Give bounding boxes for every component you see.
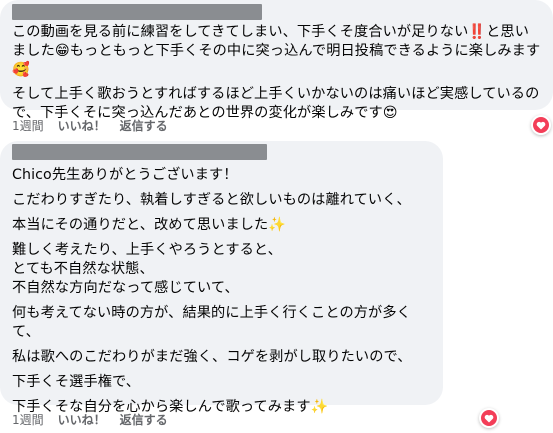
- comment-paragraph: 本当にその通りだと、改めて思いました✨: [12, 217, 287, 233]
- reply-button[interactable]: 返信する: [120, 411, 168, 428]
- comment-paragraph: この動画を見る前に練習をしてきてしまい、下手くそ度合いが足りない‼️と思いました…: [12, 24, 541, 78]
- like-button[interactable]: いいね！: [58, 411, 106, 428]
- reply-button[interactable]: 返信する: [120, 117, 168, 134]
- comment-paragraph: Chico先生ありがとうございます！: [12, 167, 238, 183]
- comment-bubble-2: Chico先生ありがとうございます！ こだわりすぎたり、執着しすぎると欲しいもの…: [0, 141, 443, 415]
- comment-paragraph: 私は歌へのこだわりがまだ強く、コゲを剥がし取りたいので、: [12, 349, 412, 365]
- like-button[interactable]: いいね！: [58, 117, 106, 134]
- heart-icon: [481, 410, 497, 426]
- comment-paragraph: 難しく考えたり、上手くやろうとすると、 とても不自然な状態、 不自然な方向だなっ…: [12, 242, 282, 296]
- heart-icon: [533, 117, 549, 133]
- reaction-badge[interactable]: [479, 408, 499, 428]
- timestamp-link[interactable]: 1週間: [12, 411, 44, 428]
- comment-bubble-1: この動画を見る前に練習をしてきてしまい、下手くそ度合いが足りない‼️と思いました…: [0, 0, 553, 121]
- author-name-redacted[interactable]: [12, 4, 262, 20]
- author-name-redacted[interactable]: [12, 144, 267, 160]
- timestamp-link[interactable]: 1週間: [12, 117, 44, 134]
- reaction-badge[interactable]: [531, 115, 551, 135]
- comment-actions-1: 1週間 いいね！ 返信する: [12, 117, 168, 134]
- comment-paragraph: 何も考えてない時の方が、結果的に上手く行くことの方が多くて、: [12, 305, 411, 340]
- comment-paragraph: 下手くそ選手権で、: [12, 374, 141, 390]
- comment-actions-2: 1週間 いいね！ 返信する: [12, 411, 168, 428]
- comment-paragraph: こだわりすぎたり、執着しすぎると欲しいものは離れていく、: [12, 192, 411, 208]
